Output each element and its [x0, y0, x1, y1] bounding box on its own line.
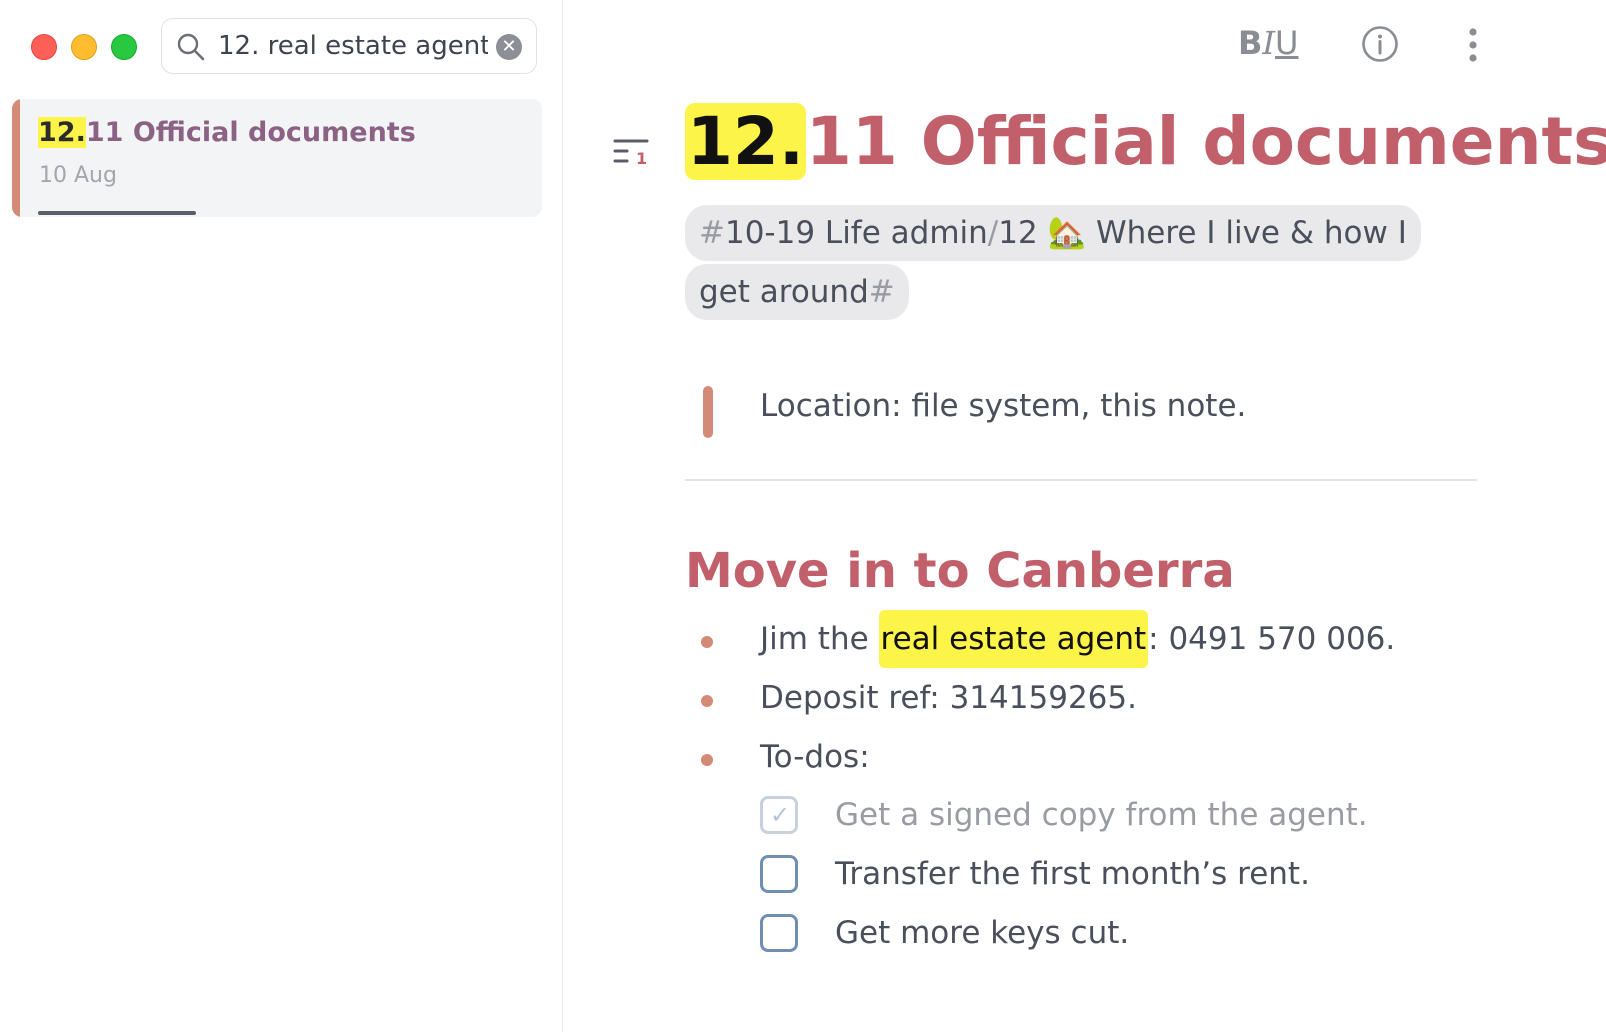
list-item: Jim the real estate agent: 0491 570 006. [685, 610, 1475, 668]
tag-chip[interactable]: #10-19 Life admin/12 🏡 Where I live & ho… [685, 205, 1421, 320]
table-of-contents-icon[interactable]: 1 [613, 136, 653, 170]
list-item: Deposit ref: 314159265. [685, 671, 1475, 723]
clear-search-icon[interactable]: ✕ [496, 34, 522, 60]
note-item-title: 12.11 Official documents [38, 117, 416, 148]
search-input[interactable] [218, 27, 488, 65]
todo-item: Transfer the first month’s rent. [760, 847, 1480, 899]
list-item-text: Deposit ref: 314159265. [760, 680, 1137, 716]
blockquote-text: Location: file system, this note. [760, 388, 1247, 424]
list-item-text: Jim the real estate agent: 0491 570 006. [760, 610, 1395, 668]
window-minimize-button[interactable] [71, 34, 97, 60]
note-item-progress-bar [38, 211, 196, 215]
search-match-highlight: real estate agent [878, 610, 1149, 668]
horizontal-rule [685, 479, 1477, 481]
todo-item: ✓ Get a signed copy from the agent. [760, 788, 1480, 840]
search-match-highlight: 12. [38, 117, 86, 148]
list-item-text: To-dos: [760, 739, 870, 775]
todo-text: Transfer the first month’s rent. [835, 856, 1310, 892]
search-match-highlight: 12. [685, 103, 806, 180]
note-title[interactable]: 12.11 Official documents [685, 98, 1606, 186]
sidebar: ✕ 12.11 Official documents 10 Aug [0, 0, 563, 1032]
note-list-item[interactable]: 12.11 Official documents 10 Aug [12, 99, 542, 217]
note-item-date: 10 Aug [39, 163, 117, 188]
tag-line: #10-19 Life admin/12 🏡 Where I live & ho… [685, 204, 1465, 322]
window-zoom-button[interactable] [111, 34, 137, 60]
todo-text: Get more keys cut. [835, 915, 1130, 951]
todo-text: Get a signed copy from the agent. [835, 797, 1368, 833]
toc-badge: 1 [636, 149, 647, 168]
bullet-icon [701, 754, 713, 766]
search-icon [177, 33, 205, 61]
blockquote-bar [703, 386, 713, 438]
checkmark-icon: ✓ [770, 801, 791, 829]
search-box[interactable]: ✕ [161, 18, 537, 74]
section-heading: Move in to Canberra [685, 543, 1235, 599]
selected-indicator [12, 99, 20, 217]
list-item: To-dos: [685, 730, 1475, 782]
todo-item: Get more keys cut. [760, 906, 1480, 958]
todo-checkbox[interactable] [760, 855, 798, 893]
editor: 1 12.11 Official documents #10-19 Life a… [563, 0, 1606, 1032]
todo-checkbox[interactable] [760, 914, 798, 952]
window-close-button[interactable] [31, 34, 57, 60]
bullet-icon [701, 695, 713, 707]
bullet-icon [701, 636, 713, 648]
todo-checkbox[interactable]: ✓ [760, 796, 798, 834]
